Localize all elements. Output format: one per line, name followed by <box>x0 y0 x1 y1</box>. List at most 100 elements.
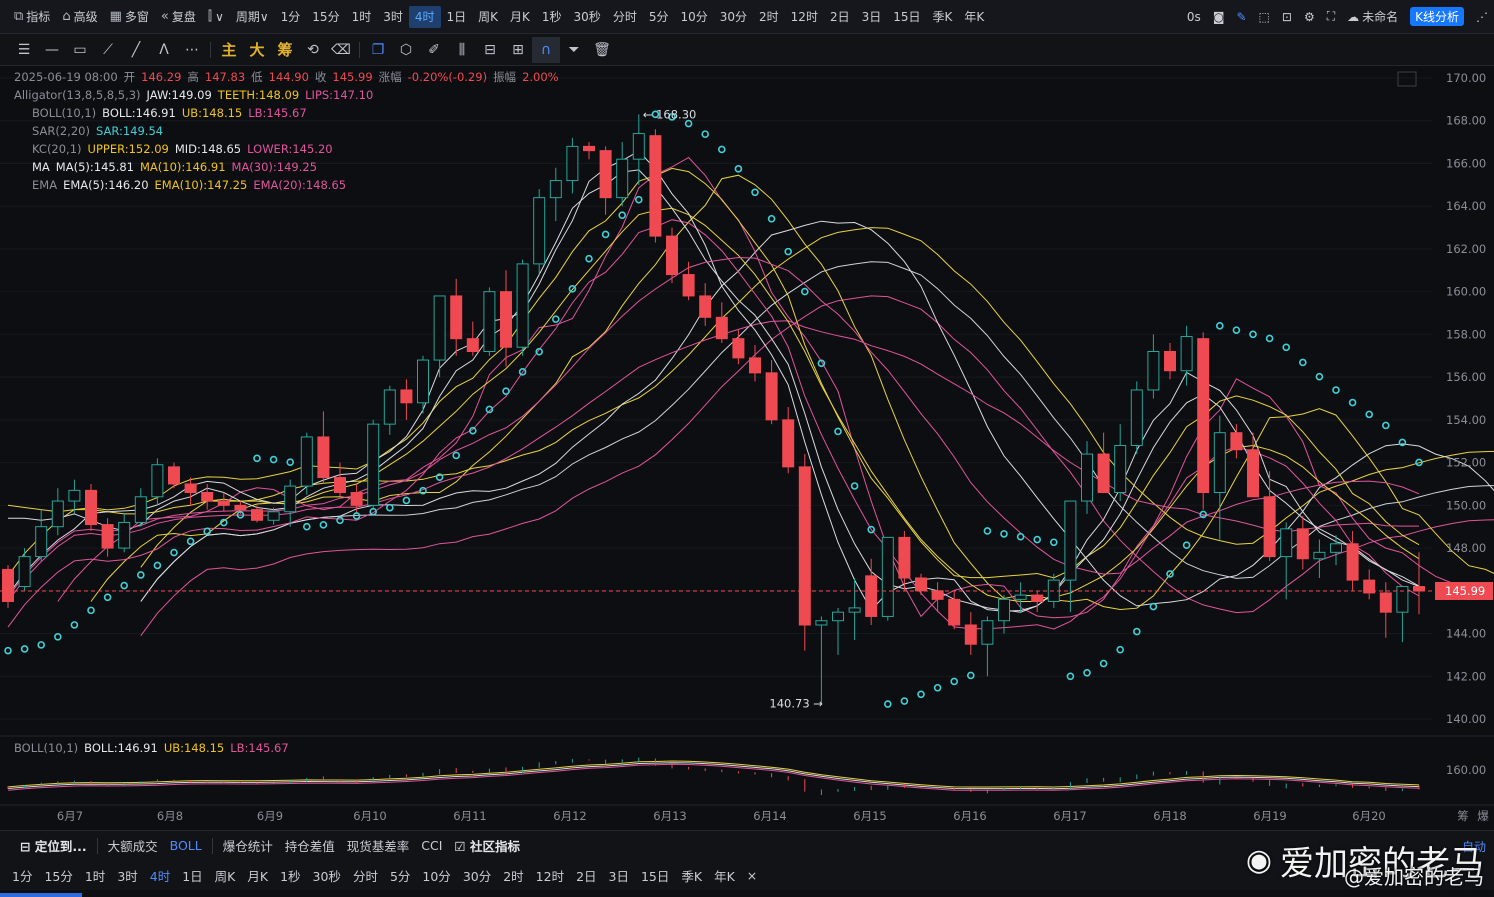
sub-boll-mid: BOLL:146.91 <box>84 741 158 755</box>
bottom-period-18[interactable]: 15日 <box>635 866 675 885</box>
bottom-period-8[interactable]: 1秒 <box>274 866 306 885</box>
big-order-button[interactable]: 大 <box>243 37 271 63</box>
ruler-icon[interactable]: ⟋ <box>94 37 122 63</box>
cloud-save-button[interactable]: ☁ 未命名 <box>1341 6 1404 28</box>
share-icon[interactable]: ⋰ <box>1470 6 1494 28</box>
period-4[interactable]: 4时 <box>408 5 441 28</box>
bottom-period-14[interactable]: 2时 <box>497 866 529 885</box>
sar-dot <box>751 188 759 197</box>
advanced-button[interactable]: ⌂ 高级 <box>56 6 103 28</box>
sar-dot <box>186 537 195 546</box>
layout-icon[interactable]: ⊡ <box>1276 6 1298 28</box>
locate-button[interactable]: ⊟ 定位到... <box>14 836 93 855</box>
wave-icon[interactable]: Ʌ <box>150 37 178 63</box>
screenshot-icon[interactable]: ⬚ <box>1253 6 1276 28</box>
eraser-icon[interactable]: ⬡ <box>392 37 420 63</box>
trash-icon[interactable]: 🗑 <box>588 37 616 63</box>
period-9[interactable]: 30秒 <box>568 6 607 28</box>
bottom-period-4[interactable]: 4时 <box>144 866 176 885</box>
brush-icon[interactable]: ✐ <box>420 37 448 63</box>
more-tools-icon[interactable]: ⋯ <box>178 37 206 63</box>
kline-analysis-button[interactable]: K线分析 <box>1404 6 1470 28</box>
bottom-period-1[interactable]: 15分 <box>38 866 78 885</box>
rectangle-icon[interactable]: ▭ <box>66 37 94 63</box>
indicator-liquidation[interactable]: 爆仓统计 <box>217 836 279 855</box>
sync-icon[interactable]: ⟲ <box>299 37 327 63</box>
bottom-period-20[interactable]: 年K <box>708 866 741 885</box>
period-8[interactable]: 1秒 <box>536 6 568 28</box>
erase-drawing-icon[interactable]: ⌫ <box>327 37 355 63</box>
indicator-big-trade[interactable]: 大额成交 <box>102 836 164 855</box>
bottom-period-11[interactable]: 5分 <box>384 866 416 885</box>
period-13[interactable]: 30分 <box>714 6 753 28</box>
indicator-basis-rate[interactable]: 现货基差率 <box>341 836 416 855</box>
period-19[interactable]: 季K <box>927 6 959 28</box>
bottom-period-7[interactable]: 月K <box>241 866 274 885</box>
chips-button[interactable]: 筹 <box>271 37 299 63</box>
period-20[interactable]: 年K <box>958 6 990 28</box>
period-dropdown[interactable]: 周期∨ <box>230 6 275 28</box>
bottom-period-6[interactable]: 周K <box>209 866 242 885</box>
price-chart[interactable]: 170.00 168.00 166.00 164.00 162.00 160.00 158.… <box>0 66 1494 830</box>
period-15[interactable]: 12时 <box>785 6 824 28</box>
copy-icon[interactable]: ❐ <box>364 37 392 63</box>
indicator-community[interactable]: ☑ 社区指标 <box>448 836 526 855</box>
period-1[interactable]: 15分 <box>306 6 345 28</box>
bottom-period-13[interactable]: 30分 <box>457 866 497 885</box>
candle-up <box>848 607 861 613</box>
period-12[interactable]: 10分 <box>674 6 713 28</box>
period-5[interactable]: 1日 <box>441 6 473 28</box>
indicator-position-diff[interactable]: 持仓差值 <box>279 836 341 855</box>
period-0[interactable]: 1分 <box>275 6 307 28</box>
main-chart-button[interactable]: 主 <box>215 37 243 63</box>
y-tick-label: 164.00 <box>1446 199 1486 213</box>
candle-icon[interactable]: ⫼ <box>448 37 476 63</box>
period-6[interactable]: 周K <box>472 6 504 28</box>
bottom-period-12[interactable]: 10分 <box>416 866 456 885</box>
period-10[interactable]: 分时 <box>607 6 643 28</box>
indicator-button[interactable]: ⧉ 指标 <box>8 6 56 28</box>
close-icon[interactable]: × <box>741 868 763 883</box>
divider <box>359 41 360 58</box>
bottom-period-16[interactable]: 2日 <box>570 866 602 885</box>
menu-icon[interactable]: ☰ <box>10 37 38 63</box>
bottom-period-10[interactable]: 分时 <box>347 866 384 885</box>
pen-icon[interactable]: ✎ <box>1230 6 1252 28</box>
filter-icon[interactable]: ⏷ <box>560 37 588 63</box>
note-icon[interactable]: ⊞ <box>504 37 532 63</box>
indicator-cci[interactable]: CCI <box>415 838 448 853</box>
bottom-period-3[interactable]: 3时 <box>111 866 143 885</box>
replay-button[interactable]: «复盘 <box>155 6 202 28</box>
trend-line-icon[interactable]: ╱ <box>122 37 150 63</box>
horizontal-line-icon[interactable]: — <box>38 37 66 63</box>
chart-grid <box>0 77 1433 720</box>
candle-up <box>284 485 297 513</box>
bottom-period-17[interactable]: 3日 <box>603 866 635 885</box>
candle-up <box>1213 432 1226 494</box>
bottom-period-2[interactable]: 1时 <box>79 866 111 885</box>
gear-icon[interactable]: ⚙ <box>1298 6 1321 28</box>
period-11[interactable]: 5分 <box>643 6 675 28</box>
period-17[interactable]: 3日 <box>856 6 888 28</box>
candle-down <box>500 291 512 348</box>
fullscreen-icon[interactable]: ⛶ <box>1321 6 1341 28</box>
bottom-period-15[interactable]: 12时 <box>530 866 570 885</box>
magnet-icon[interactable]: ∩ <box>532 36 560 63</box>
sar-dot <box>4 646 12 655</box>
multi-window-button[interactable]: ▦ 多窗 <box>104 6 155 28</box>
camera-icon[interactable]: ◙ <box>1207 6 1231 28</box>
chart-type-button[interactable]: ⫿ ∨ <box>202 6 230 28</box>
candle-down <box>101 524 114 549</box>
period-2[interactable]: 1时 <box>346 6 378 28</box>
period-7[interactable]: 月K <box>504 6 536 28</box>
indicator-boll[interactable]: BOLL <box>164 838 208 853</box>
period-14[interactable]: 2时 <box>753 6 785 28</box>
bottom-period-9[interactable]: 30秒 <box>307 866 347 885</box>
bottom-period-5[interactable]: 1日 <box>176 866 208 885</box>
lock-icon[interactable]: ⊟ <box>476 37 504 63</box>
period-18[interactable]: 15日 <box>887 6 926 28</box>
bottom-period-0[interactable]: 1分 <box>6 866 38 885</box>
bottom-period-19[interactable]: 季K <box>675 866 708 885</box>
period-3[interactable]: 3时 <box>377 6 409 28</box>
period-16[interactable]: 2日 <box>824 6 856 28</box>
